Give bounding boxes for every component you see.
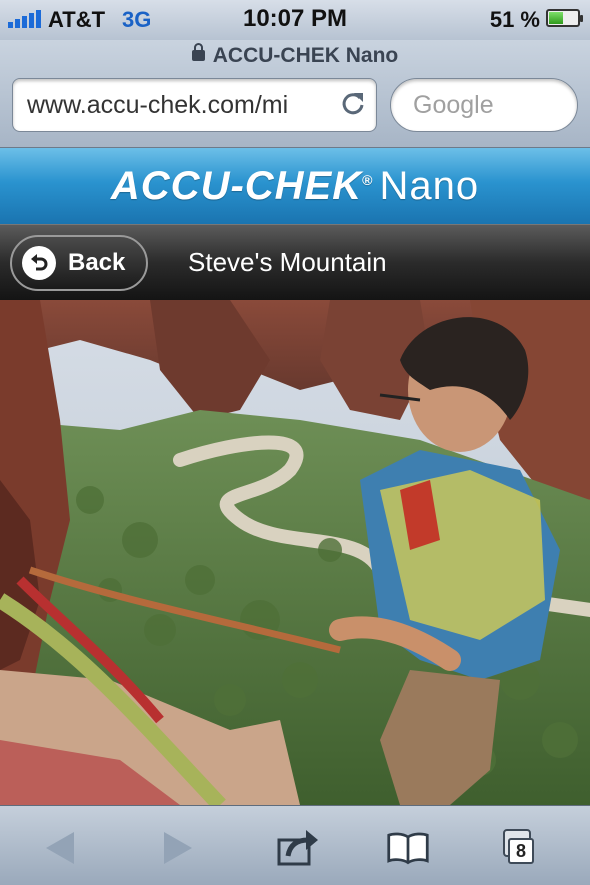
status-bar: AT&T 3G 10:07 PM 51 % [0, 0, 590, 40]
share-icon[interactable] [276, 826, 320, 870]
url-field[interactable]: www.accu-chek.com/mi [12, 78, 377, 132]
back-button-label: Back [68, 249, 126, 276]
battery-icon [546, 9, 583, 27]
brand-product: Nano [379, 164, 480, 208]
back-arrow-icon[interactable] [38, 826, 82, 870]
brand-logo[interactable]: ACCU-CHEK® Nano [0, 148, 590, 224]
hero-photo [0, 300, 590, 805]
brand-name: ACCU-CHEK [110, 164, 363, 208]
browser-toolbar: 8 [0, 805, 590, 885]
forward-arrow-icon[interactable] [156, 826, 200, 870]
tabs-icon[interactable]: 8 [500, 826, 544, 870]
battery-percent: 51 % [489, 7, 540, 32]
search-field[interactable]: Google [390, 78, 578, 132]
nav-title: Steve's Mountain [188, 247, 387, 277]
page-title: ACCU-CHEK Nano [0, 43, 590, 68]
bookmarks-icon[interactable] [386, 826, 430, 870]
reload-icon[interactable] [340, 90, 366, 116]
back-button[interactable]: Back [10, 235, 148, 291]
page-title-text: ACCU-CHEK Nano [212, 44, 399, 67]
back-circle-icon [22, 246, 56, 280]
lock-icon [191, 43, 205, 61]
browser-address-bar: ACCU-CHEK Nano www.accu-chek.com/mi Goog… [0, 40, 590, 148]
navigation-bar: Back Steve's Mountain [0, 224, 590, 300]
registered-mark: ® [362, 172, 374, 188]
tabs-count: 8 [508, 838, 534, 864]
